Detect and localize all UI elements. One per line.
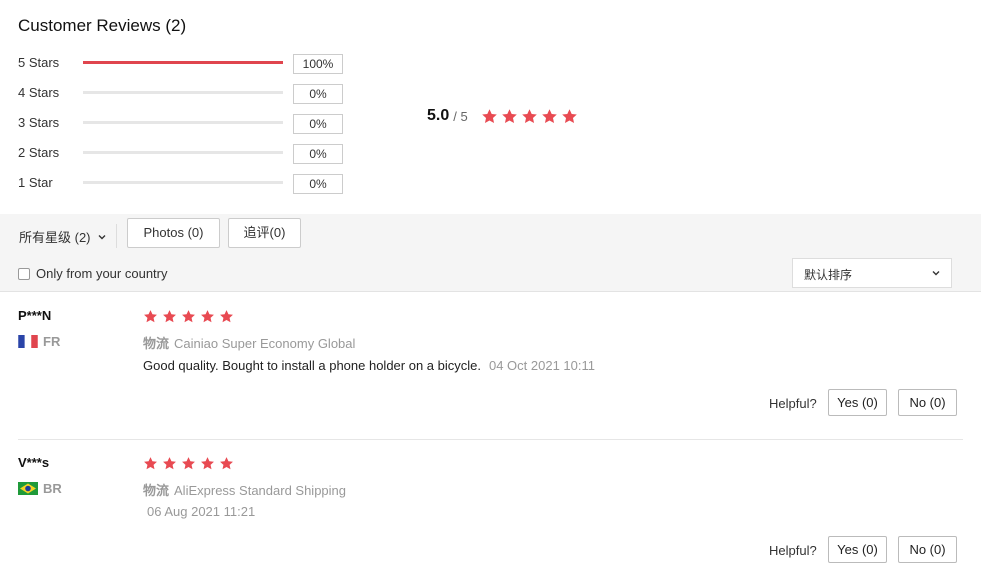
reviewer-country: BR [18, 481, 62, 496]
reviews-count: (2) [165, 16, 187, 35]
chevron-down-icon [98, 234, 106, 239]
star-icon [219, 309, 234, 324]
review-item: V***s BR 物流 AliExpress Standard Shipping … [0, 441, 981, 583]
rating-row-4[interactable]: 4 Stars 0% [18, 83, 348, 104]
all-ratings-label: 所有星级 (2) [19, 230, 91, 245]
rating-bar [83, 91, 283, 94]
filter-divider [116, 224, 117, 248]
rating-bar [83, 61, 283, 64]
shipping-info: 物流 Cainiao Super Economy Global [143, 333, 355, 352]
shipping-method: AliExpress Standard Shipping [174, 483, 347, 498]
rating-bar [83, 181, 283, 184]
review-date: 06 Aug 2021 11:21 [147, 504, 256, 519]
review-item: P***N FR 物流 Cainiao Super Economy Global … [0, 294, 981, 440]
helpful-no-button[interactable]: No (0) [898, 389, 957, 416]
review-text: Good quality. Bought to install a phone … [143, 358, 481, 373]
helpful-label: Helpful? [769, 396, 817, 411]
rating-row-5[interactable]: 5 Stars 100% [18, 53, 348, 74]
sort-value: 默认排序 [804, 268, 853, 282]
rating-label: 5 Stars [18, 55, 60, 70]
helpful-no-button[interactable]: No (0) [898, 536, 957, 563]
rating-percent: 0% [293, 174, 343, 194]
star-icon [541, 108, 558, 125]
checkbox-box[interactable] [18, 267, 30, 280]
rating-row-2[interactable]: 2 Stars 0% [18, 143, 348, 164]
filter-bar: 所有星级 (2) Photos (0) 追评(0) Only from your… [0, 214, 981, 292]
rating-bar-fill [83, 61, 283, 64]
star-icon [143, 309, 158, 324]
chevron-down-icon [932, 271, 940, 276]
review-stars [143, 309, 238, 324]
rating-out-of: / 5 [453, 108, 468, 124]
rating-row-1[interactable]: 1 Star 0% [18, 173, 348, 194]
sort-dropdown[interactable]: 默认排序 [792, 258, 952, 288]
reviews-title-text: Customer Reviews [18, 16, 161, 35]
rating-label: 4 Stars [18, 85, 60, 100]
rating-percent: 0% [293, 114, 343, 134]
all-ratings-dropdown[interactable]: 所有星级 (2) [19, 227, 106, 246]
country-code: BR [43, 481, 62, 496]
followup-filter-button[interactable]: 追评(0) [228, 218, 301, 248]
reviewer-name: P***N [18, 308, 52, 323]
only-country-label: Only from your country [36, 266, 168, 281]
star-icon [181, 456, 196, 471]
rating-label: 1 Star [18, 175, 53, 190]
star-icon [200, 309, 215, 324]
star-icon [181, 309, 196, 324]
star-icon [162, 456, 177, 471]
rating-percent: 0% [293, 144, 343, 164]
rating-bar [83, 151, 283, 154]
shipping-label: 物流 [143, 483, 170, 498]
review-stars [143, 456, 238, 471]
shipping-info: 物流 AliExpress Standard Shipping [143, 480, 346, 499]
shipping-label: 物流 [143, 336, 170, 351]
rating-percent: 100% [293, 54, 343, 74]
star-icon [200, 456, 215, 471]
average-rating: 5.0 [427, 107, 450, 124]
star-icon [521, 108, 538, 125]
reviewer-name: V***s [18, 455, 50, 470]
review-date: 04 Oct 2021 10:11 [488, 358, 595, 373]
country-code: FR [43, 334, 61, 349]
star-icon [481, 108, 498, 125]
france-flag-icon [18, 335, 38, 348]
shipping-method: Cainiao Super Economy Global [174, 336, 356, 351]
star-icon [561, 108, 578, 125]
helpful-label: Helpful? [769, 543, 817, 558]
reviewer-country: FR [18, 334, 60, 349]
brazil-flag-icon [18, 482, 38, 495]
rating-summary: 5.0 / 5 [427, 107, 581, 125]
rating-label: 3 Stars [18, 115, 60, 130]
helpful-yes-button[interactable]: Yes (0) [828, 389, 887, 416]
review-separator [18, 439, 963, 440]
photos-filter-button[interactable]: Photos (0) [127, 218, 220, 248]
review-text-row: Good quality. Bought to install a phone … [143, 358, 595, 373]
rating-percent: 0% [293, 84, 343, 104]
summary-stars [481, 108, 581, 125]
rating-bar [83, 121, 283, 124]
only-country-checkbox[interactable]: Only from your country [18, 266, 168, 281]
star-icon [162, 309, 177, 324]
star-icon [219, 456, 234, 471]
star-icon [501, 108, 518, 125]
reviews-title: Customer Reviews (2) [18, 16, 186, 36]
star-icon [143, 456, 158, 471]
rating-label: 2 Stars [18, 145, 60, 160]
helpful-yes-button[interactable]: Yes (0) [828, 536, 887, 563]
rating-row-3[interactable]: 3 Stars 0% [18, 113, 348, 134]
